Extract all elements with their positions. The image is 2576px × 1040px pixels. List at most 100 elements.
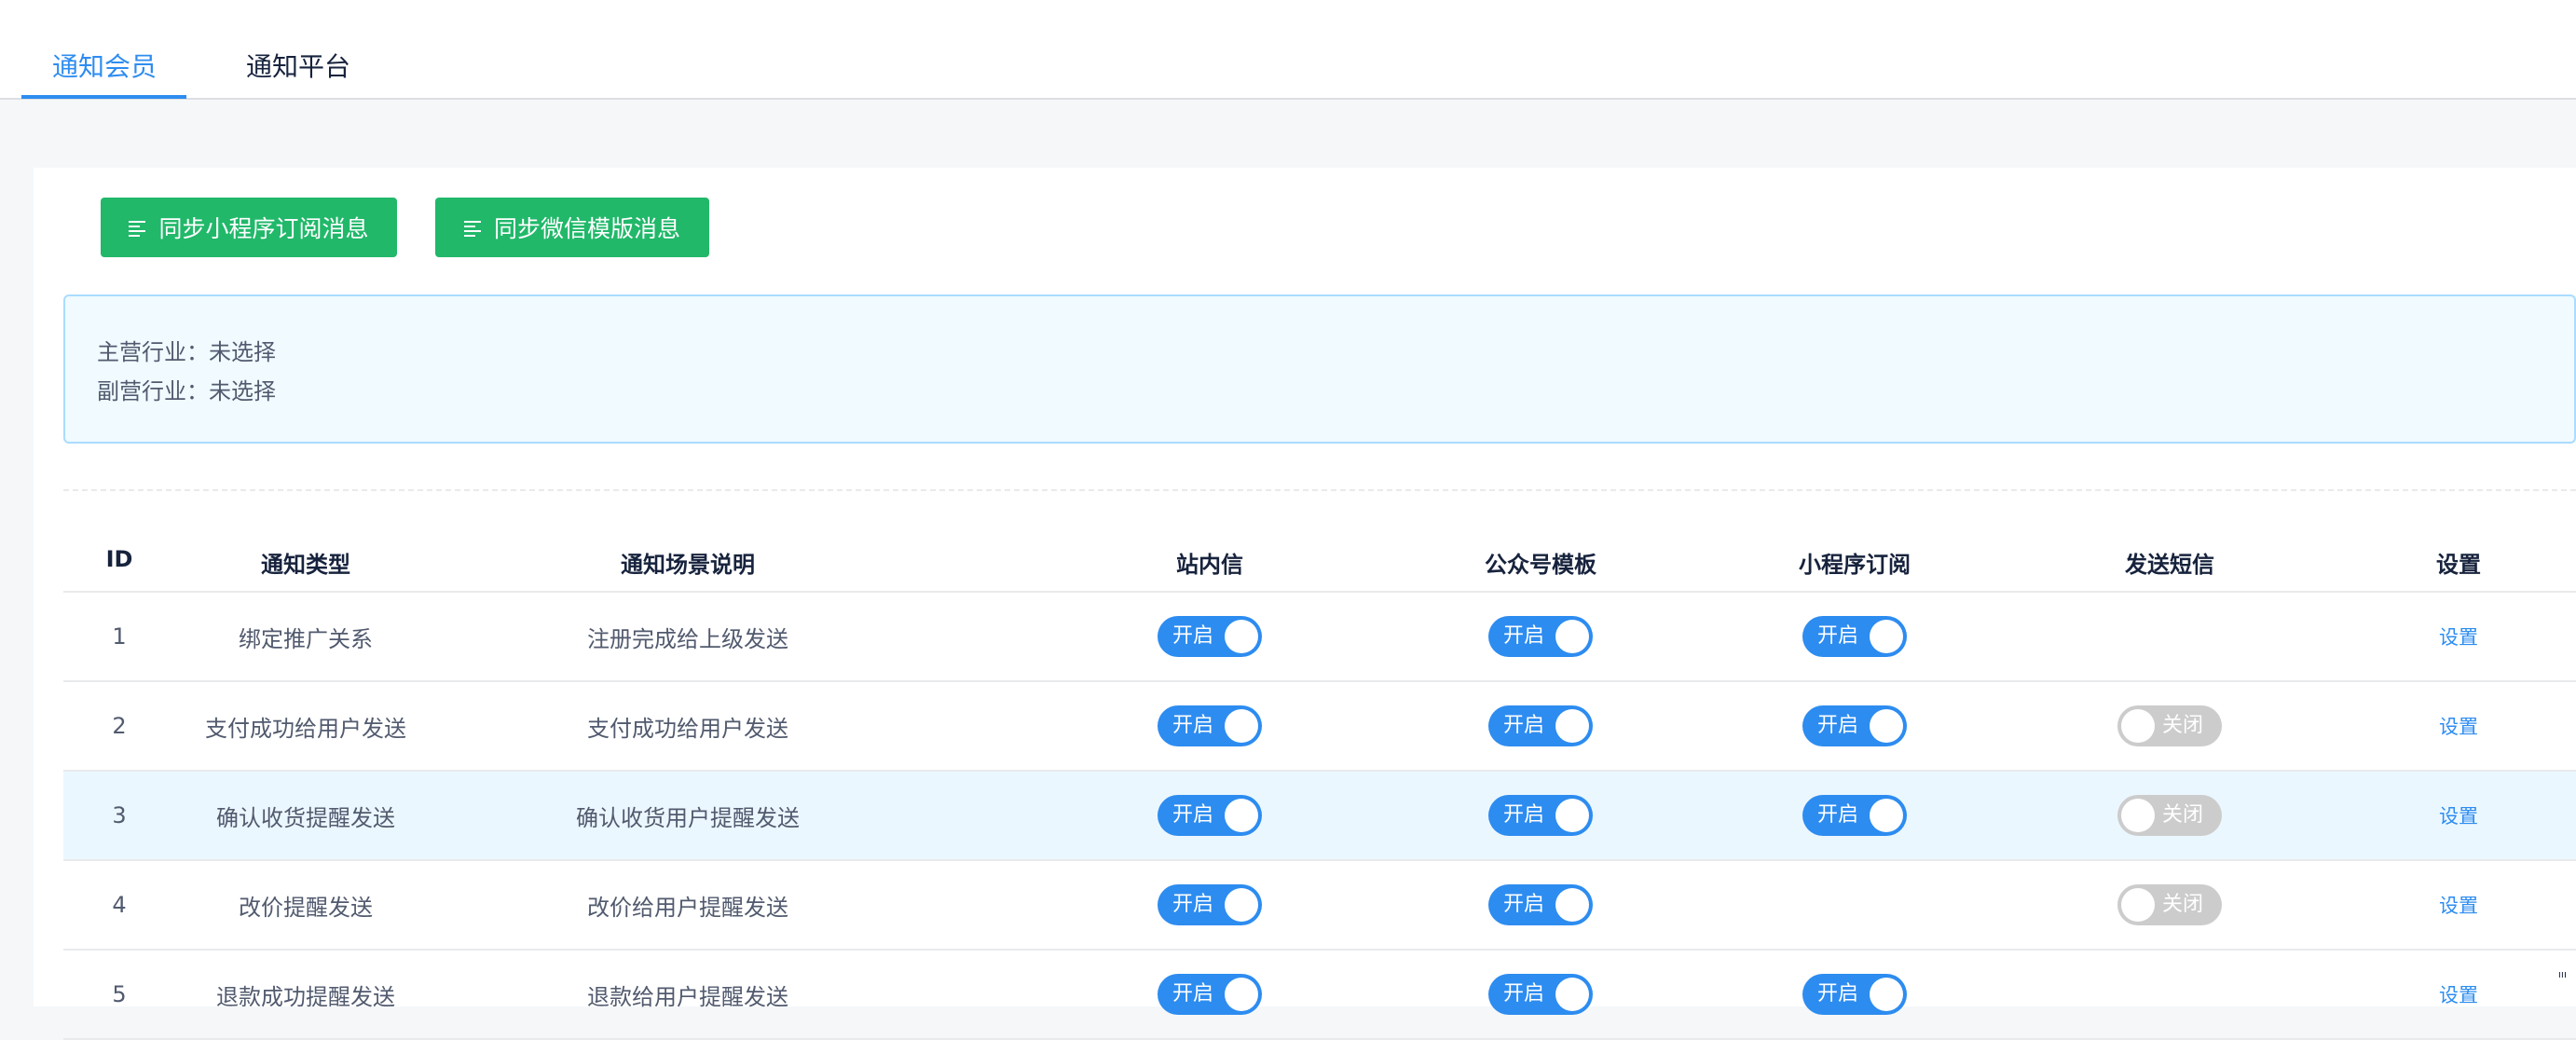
settings-link[interactable]: 设置: [2439, 623, 2478, 650]
divider: [63, 489, 2576, 491]
sync-wechat-template-button[interactable]: 同步微信模版消息: [435, 198, 709, 257]
settings-link[interactable]: 设置: [2439, 891, 2478, 919]
site-message-switch[interactable]: 开启: [1158, 616, 1262, 657]
switch-label: 关闭: [2162, 884, 2203, 925]
switch-label: 开启: [1817, 705, 1858, 746]
switch-knob: [1555, 888, 1589, 922]
mp-template-switch[interactable]: 开启: [1488, 705, 1593, 746]
switch-knob: [2121, 799, 2155, 832]
tab-notify-platform[interactable]: 通知平台: [246, 47, 350, 88]
switch-label: 关闭: [2162, 795, 2203, 836]
site-message-switch[interactable]: 开启: [1158, 884, 1262, 925]
mp-template-cell: 开启: [1466, 682, 1615, 770]
table-row: 3确认收货提醒发送确认收货用户提醒发送 开启 开启 开启 关闭 设置: [63, 772, 2576, 861]
switch-knob: [2121, 888, 2155, 922]
table-row: 5退款成功提醒发送退款给用户提醒发送 开启 开启 开启 设置: [63, 951, 2576, 1040]
settings-cell: 设置: [2412, 772, 2505, 859]
settings-link[interactable]: 设置: [2439, 712, 2478, 740]
mini-subscribe-switch[interactable]: 开启: [1802, 705, 1907, 746]
switch-label: 开启: [1817, 616, 1858, 657]
table-row: 2支付成功给用户发送支付成功给用户发送开启开启开启关闭设置: [63, 682, 2576, 772]
mp-template-switch[interactable]: 开启: [1488, 974, 1593, 1015]
switch-label: 开启: [1503, 795, 1544, 836]
sms-cell: [2095, 951, 2244, 1038]
sync-miniprogram-button[interactable]: 同步小程序订阅消息: [101, 198, 397, 257]
switch-knob: [1555, 799, 1589, 832]
switch-label: 开启: [1817, 795, 1858, 836]
cell-desc: 支付成功给用户发送: [436, 682, 939, 770]
notification-table: ID 通知类型 通知场景说明 站内信 公众号模板 小程序订阅 发送短信 设置 1…: [63, 542, 2576, 1040]
sync-miniprogram-label: 同步小程序订阅消息: [158, 211, 368, 244]
header-mini-subscribe: 小程序订阅: [1771, 542, 1939, 591]
mini-subscribe-switch[interactable]: 开启: [1802, 795, 1907, 836]
cell-desc: 确认收货用户提醒发送: [436, 772, 939, 859]
mp-template-cell: 开启: [1466, 861, 1615, 949]
switch-label: 开启: [1172, 884, 1213, 925]
active-tab-indicator: [21, 95, 186, 99]
mp-template-switch[interactable]: 开启: [1488, 616, 1593, 657]
switch-knob: [1225, 620, 1258, 653]
settings-cell: 设置: [2412, 951, 2505, 1038]
header-settings: 设置: [2412, 542, 2505, 591]
list-icon: [464, 219, 481, 236]
cell-id: 2: [63, 682, 175, 770]
switch-label: 开启: [1503, 705, 1544, 746]
mp-template-cell: 开启: [1466, 951, 1615, 1038]
site-message-switch[interactable]: 开启: [1158, 795, 1262, 836]
table-row: 4改价提醒发送改价给用户提醒发送 开启 开启 关闭 设置: [63, 861, 2576, 951]
cell-type: 退款成功提醒发送: [175, 951, 436, 1038]
sms-cell: 关闭: [2095, 772, 2244, 859]
header-desc: 通知场景说明: [436, 542, 939, 591]
cell-desc: 注册完成给上级发送: [436, 593, 939, 680]
industry-info-alert: 主营行业：未选择 副营行业：未选择: [63, 294, 2576, 444]
switch-label: 开启: [1172, 705, 1213, 746]
cell-id: 4: [63, 861, 175, 949]
cell-id: 3: [63, 772, 175, 859]
mini-subscribe-cell: 开启: [1780, 593, 1929, 680]
settings-link[interactable]: 设置: [2439, 980, 2478, 1008]
mini-subscribe-switch[interactable]: 开启: [1802, 616, 1907, 657]
cell-type: 支付成功给用户发送: [175, 682, 436, 770]
switch-knob: [1225, 709, 1258, 743]
table-body: 1绑定推广关系注册完成给上级发送开启开启开启设置2支付成功给用户发送支付成功给用…: [63, 593, 2576, 1040]
sms-switch[interactable]: 关闭: [2117, 795, 2222, 836]
header-id: ID: [63, 542, 175, 591]
cell-id: 1: [63, 593, 175, 680]
tab-notify-member[interactable]: 通知会员: [52, 47, 157, 88]
tab-bar: 通知会员 通知平台: [0, 0, 2576, 100]
switch-knob: [1870, 799, 1903, 832]
switch-label: 开启: [1817, 974, 1858, 1015]
switch-knob: [2121, 709, 2155, 743]
mp-template-switch[interactable]: 开启: [1488, 795, 1593, 836]
site-message-cell: 开启: [1154, 772, 1266, 859]
sms-switch[interactable]: 关闭: [2117, 705, 2222, 746]
switch-label: 开启: [1172, 795, 1213, 836]
site-message-cell: 开启: [1154, 951, 1266, 1038]
site-message-switch[interactable]: 开启: [1158, 974, 1262, 1015]
switch-knob: [1225, 888, 1258, 922]
cell-desc: 改价给用户提醒发送: [436, 861, 939, 949]
cell-type: 确认收货提醒发送: [175, 772, 436, 859]
sms-switch[interactable]: 关闭: [2117, 884, 2222, 925]
mini-subscribe-switch[interactable]: 开启: [1802, 974, 1907, 1015]
cell-type: 改价提醒发送: [175, 861, 436, 949]
settings-cell: 设置: [2412, 682, 2505, 770]
switch-label: 关闭: [2162, 705, 2203, 746]
switch-label: 开启: [1503, 974, 1544, 1015]
site-message-cell: 开启: [1154, 682, 1266, 770]
switch-knob: [1870, 620, 1903, 653]
list-icon: [129, 219, 145, 236]
mini-subscribe-cell: 开启: [1780, 772, 1929, 859]
header-mp-template: 公众号模板: [1457, 542, 1624, 591]
site-message-cell: 开启: [1154, 593, 1266, 680]
header-sms: 发送短信: [2095, 542, 2244, 591]
cell-desc: 退款给用户提醒发送: [436, 951, 939, 1038]
mini-subscribe-cell: [1780, 861, 1929, 949]
site-message-switch[interactable]: 开启: [1158, 705, 1262, 746]
mp-template-switch[interactable]: 开启: [1488, 884, 1593, 925]
content-card: 同步小程序订阅消息 同步微信模版消息 主营行业：未选择 副营行业：未选择 ID …: [34, 168, 2576, 1006]
cell-id: 5: [63, 951, 175, 1038]
mp-template-cell: 开启: [1466, 593, 1615, 680]
sms-cell: [2095, 593, 2244, 680]
settings-link[interactable]: 设置: [2439, 801, 2478, 829]
